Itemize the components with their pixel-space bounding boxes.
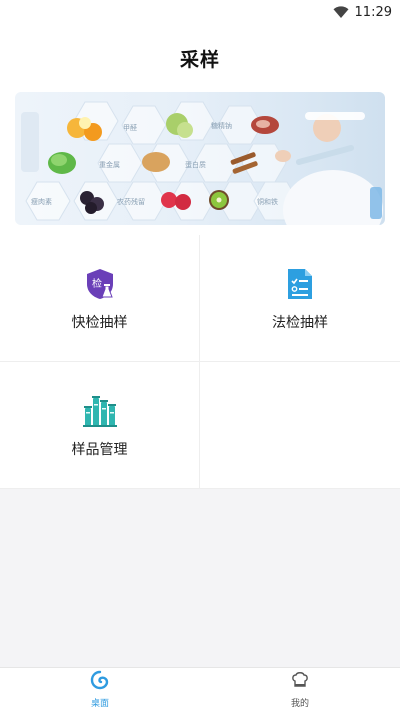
tab-label: 我的 [290,698,309,709]
menu-item-label: 样品管理 [71,442,128,458]
bottom-tab-bar: 桌面 我的 [0,667,400,710]
tab-label: 桌面 [90,698,109,709]
banner-image[interactable]: 甲醛 糖精钠 重金属 蛋白质 瘦肉素 农药残留 铜和铁 [15,92,385,225]
banner-label-2: 重金属 [99,160,120,169]
banner-label-5: 农药残留 [117,197,145,206]
menu-item-quick-test-sampling[interactable]: 检 快检抽样 [0,235,200,362]
status-time: 11:29 [354,4,392,20]
menu-item-empty [200,362,400,489]
document-checklist-icon [280,264,320,304]
wifi-icon [333,5,349,19]
banner-illustration: 甲醛 糖精钠 重金属 蛋白质 瘦肉素 农药残留 铜和铁 [21,101,383,225]
banner-label-6: 铜和铁 [257,197,278,206]
banner-label-1: 糖精钠 [211,121,232,130]
banner-label-4: 瘦肉素 [31,197,52,206]
desktop-swirl-icon [90,670,110,694]
banner-label-0: 甲醛 [123,123,137,132]
tab-desktop[interactable]: 桌面 [0,668,200,710]
quick-test-shield-icon: 检 [80,264,120,304]
sample-tubes-icon [80,391,120,431]
svg-text:检: 检 [92,277,102,290]
banner-label-3: 蛋白质 [185,160,206,169]
banner-container: 甲醛 糖精钠 重金属 蛋白质 瘦肉素 农药残留 铜和铁 [0,92,400,235]
menu-grid: 检 快检抽样 法检抽样 样品管理 [0,235,400,489]
page-title: 采样 [179,48,220,71]
menu-item-label: 法检抽样 [272,315,328,331]
page-header: 采样 [0,24,400,92]
menu-item-sample-management[interactable]: 样品管理 [0,362,200,489]
menu-item-legal-test-sampling[interactable]: 法检抽样 [200,235,400,362]
chef-hat-icon [290,670,310,694]
tab-mine[interactable]: 我的 [200,668,400,710]
menu-item-label: 快检抽样 [71,315,128,331]
status-bar: 11:29 [0,0,400,24]
